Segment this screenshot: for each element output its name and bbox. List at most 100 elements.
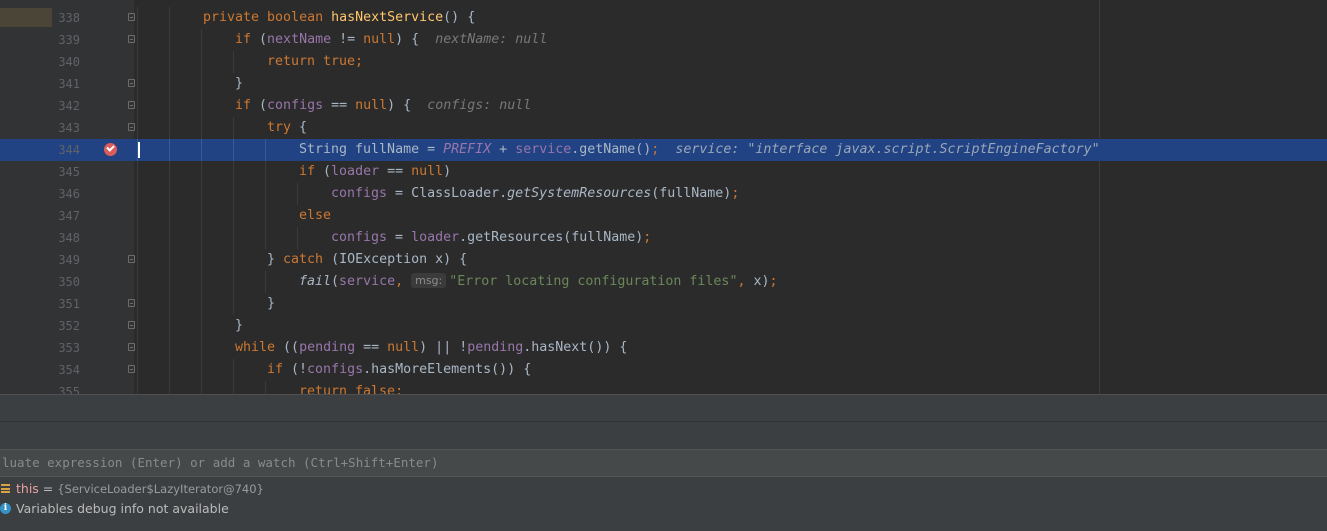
code-line-340[interactable]: 340 return true; xyxy=(0,51,1327,73)
indent-guide xyxy=(137,293,138,315)
code-token: try xyxy=(267,120,300,135)
fold-toggle-icon[interactable] xyxy=(128,343,135,351)
code-line-339[interactable]: 339 if (nextName != null) { nextName: nul… xyxy=(0,29,1327,51)
indent-guide xyxy=(201,249,202,271)
indent-guide xyxy=(169,117,170,139)
code-text[interactable]: if (nextName != null) { nextName: null xyxy=(235,29,547,51)
line-number[interactable]: 350 xyxy=(52,271,80,293)
code-text[interactable]: if (!configs.hasMoreElements()) { xyxy=(267,359,531,381)
code-text[interactable]: else xyxy=(299,205,331,227)
code-line-351[interactable]: 351} xyxy=(0,293,1327,315)
code-line-354[interactable]: 354 if (!configs.hasMoreElements()) { xyxy=(0,359,1327,381)
code-text[interactable]: return true; xyxy=(267,51,363,73)
line-number[interactable]: 351 xyxy=(52,293,80,315)
indent-guide xyxy=(265,227,266,249)
code-line-350[interactable]: 350 fail(service, msg: "Error locating con… xyxy=(0,271,1327,293)
code-line-338[interactable]: 338 private boolean hasNextService() { xyxy=(0,7,1327,29)
fold-toggle-icon[interactable] xyxy=(128,79,135,87)
code-line-348[interactable]: 348 configs = loader.getResources(fullNam… xyxy=(0,227,1327,249)
code-text[interactable]: } xyxy=(235,73,243,95)
fold-toggle-icon[interactable] xyxy=(128,299,135,307)
code-token: ) xyxy=(443,164,452,179)
line-number[interactable]: 344 xyxy=(52,139,80,161)
fold-toggle-icon[interactable] xyxy=(128,321,135,329)
code-token: if xyxy=(267,362,292,377)
indent-guide xyxy=(169,161,170,183)
line-number[interactable]: 340 xyxy=(52,51,80,73)
indent-guide xyxy=(201,359,202,381)
indent-guide xyxy=(169,95,170,117)
indent-guide xyxy=(169,337,170,359)
fold-toggle-icon[interactable] xyxy=(128,13,135,21)
code-line-345[interactable]: 345 if (loader == null) xyxy=(0,161,1327,183)
indent-guide xyxy=(265,161,266,183)
breakpoint-icon[interactable] xyxy=(104,143,117,156)
code-token: loader xyxy=(411,230,460,245)
code-line-349[interactable]: 349 } catch (IOException x) { xyxy=(0,249,1327,271)
line-number[interactable]: 339 xyxy=(52,29,80,51)
indent-guide xyxy=(233,183,234,205)
line-number[interactable]: 338 xyxy=(52,7,80,29)
line-number[interactable]: 355 xyxy=(52,381,80,394)
code-token: } xyxy=(267,252,284,267)
indent-guide xyxy=(137,29,138,51)
code-line-343[interactable]: 343 try { xyxy=(0,117,1327,139)
code-token: fail xyxy=(299,274,332,289)
indent-guide xyxy=(265,381,266,394)
code-text[interactable]: while ((pending == null) || !pending.has… xyxy=(235,337,627,359)
line-number[interactable]: 349 xyxy=(52,249,80,271)
code-text[interactable]: if (loader == null) xyxy=(299,161,451,183)
fold-toggle-icon[interactable] xyxy=(128,101,135,109)
indent-guide xyxy=(169,359,170,381)
line-number[interactable]: 345 xyxy=(52,161,80,183)
code-text[interactable]: return false; xyxy=(299,381,403,394)
code-line-346[interactable]: 346 configs = ClassLoader.getSystemResour… xyxy=(0,183,1327,205)
code-editor[interactable]: 338 private boolean hasNextService() {339… xyxy=(0,0,1327,394)
line-number[interactable]: 348 xyxy=(52,227,80,249)
code-text[interactable]: String fullName = PREFIX + service.getNa… xyxy=(299,139,1100,161)
evaluate-expression-input[interactable]: luate expression (Enter) or add a watch … xyxy=(0,449,1327,477)
code-line-344[interactable]: 344 String fullName = PREFIX + service.ge… xyxy=(0,139,1327,161)
line-number[interactable]: 346 xyxy=(52,183,80,205)
code-token: , xyxy=(737,274,754,289)
line-number[interactable]: 352 xyxy=(52,315,80,337)
code-token: String fullName = xyxy=(299,142,444,157)
code-token: return true; xyxy=(267,54,364,69)
code-text[interactable]: private boolean hasNextService() { xyxy=(203,7,475,29)
line-number[interactable]: 347 xyxy=(52,205,80,227)
code-text[interactable]: } xyxy=(235,315,243,337)
code-text[interactable]: if (configs == null) { configs: null xyxy=(235,95,531,117)
code-token: = ClassLoader. xyxy=(387,186,508,201)
line-number[interactable]: 353 xyxy=(52,337,80,359)
indent-guide xyxy=(137,271,138,293)
code-text[interactable]: fail(service, msg: "Error locating config… xyxy=(299,271,778,293)
code-line-355[interactable]: 355 return false; xyxy=(0,381,1327,394)
line-number[interactable]: 343 xyxy=(52,117,80,139)
indent-guide xyxy=(137,161,138,183)
fold-toggle-icon[interactable] xyxy=(128,35,135,43)
line-number[interactable]: 354 xyxy=(52,359,80,381)
info-message: Variables debug info not available xyxy=(16,501,229,516)
indent-guide xyxy=(233,271,234,293)
fold-toggle-icon[interactable] xyxy=(128,255,135,263)
code-line-342[interactable]: 342 if (configs == null) { configs: null xyxy=(0,95,1327,117)
code-text[interactable]: } xyxy=(267,293,275,315)
code-token: == xyxy=(323,98,356,113)
code-text[interactable]: try { xyxy=(267,117,307,139)
line-number[interactable]: 341 xyxy=(52,73,80,95)
code-line-341[interactable]: 341} xyxy=(0,73,1327,95)
indent-guide xyxy=(137,117,138,139)
code-text[interactable]: configs = ClassLoader.getSystemResources… xyxy=(331,183,739,205)
code-token: configs xyxy=(267,98,324,113)
indent-guide xyxy=(265,271,266,293)
fold-toggle-icon[interactable] xyxy=(128,123,135,131)
code-line-352[interactable]: 352} xyxy=(0,315,1327,337)
code-line-347[interactable]: 347 else xyxy=(0,205,1327,227)
fold-toggle-icon[interactable] xyxy=(128,365,135,373)
code-text[interactable]: } catch (IOException x) { xyxy=(267,249,467,271)
code-line-353[interactable]: 353 while ((pending == null) || !pending.… xyxy=(0,337,1327,359)
code-text[interactable]: configs = loader.getResources(fullName); xyxy=(331,227,651,249)
debug-toolbar xyxy=(0,394,1327,421)
line-number[interactable]: 342 xyxy=(52,95,80,117)
indent-guide xyxy=(233,51,234,73)
